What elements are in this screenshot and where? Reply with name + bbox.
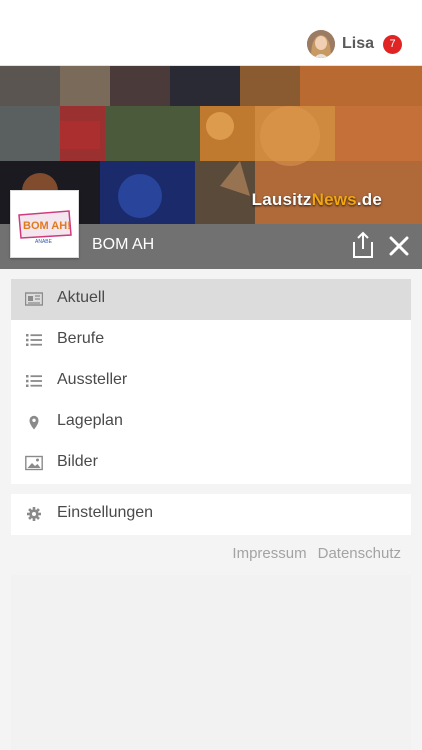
page-title: BOM AH bbox=[92, 236, 155, 253]
main-menu: Aktuell Berufe Aussteller Lageplan Bilde… bbox=[11, 279, 411, 484]
menu-item-bilder[interactable]: Bilder bbox=[11, 443, 411, 484]
menu-item-label: Aussteller bbox=[57, 371, 128, 388]
username: Lisa bbox=[341, 35, 374, 52]
newspaper-icon bbox=[25, 292, 43, 306]
menu-item-aussteller[interactable]: Aussteller bbox=[11, 361, 411, 402]
menu-item-label: Bilder bbox=[57, 453, 98, 470]
menu-item-label: Lageplan bbox=[57, 412, 123, 429]
event-logo: BOM AH! ANABE bbox=[10, 190, 79, 258]
map-pin-icon bbox=[29, 415, 39, 430]
close-icon bbox=[389, 236, 409, 256]
menu-item-einstellungen[interactable]: Einstellungen bbox=[11, 494, 411, 535]
menu-item-label: Aktuell bbox=[57, 289, 106, 306]
svg-text:ANABE: ANABE bbox=[35, 239, 53, 245]
avatar[interactable] bbox=[306, 30, 335, 58]
settings-menu: Einstellungen bbox=[11, 494, 411, 535]
content-area bbox=[11, 575, 411, 750]
gear-icon bbox=[27, 507, 41, 521]
list-icon bbox=[26, 375, 42, 387]
list-icon bbox=[26, 334, 42, 346]
lausitznews-logo: LausitzNews.de bbox=[251, 190, 382, 209]
menu-item-lageplan[interactable]: Lageplan bbox=[11, 402, 411, 443]
menu-item-label: Einstellungen bbox=[57, 504, 154, 521]
user-profile[interactable]: Lisa 7 bbox=[306, 29, 402, 59]
image-icon bbox=[25, 455, 43, 471]
close-button[interactable] bbox=[386, 233, 412, 259]
menu-item-berufe[interactable]: Berufe bbox=[11, 320, 411, 361]
datenschutz-link[interactable]: Datenschutz bbox=[318, 545, 401, 562]
top-bar: Lisa 7 bbox=[0, 0, 422, 66]
menu-item-aktuell[interactable]: Aktuell bbox=[11, 279, 411, 320]
menu-item-label: Berufe bbox=[57, 330, 105, 347]
share-icon bbox=[353, 231, 373, 258]
footer-links: Impressum Datenschutz bbox=[232, 545, 401, 562]
svg-text:BOM AH!: BOM AH! bbox=[23, 220, 71, 232]
impressum-link[interactable]: Impressum bbox=[232, 545, 306, 562]
notification-badge[interactable]: 7 bbox=[383, 34, 402, 54]
share-button[interactable] bbox=[350, 230, 376, 260]
